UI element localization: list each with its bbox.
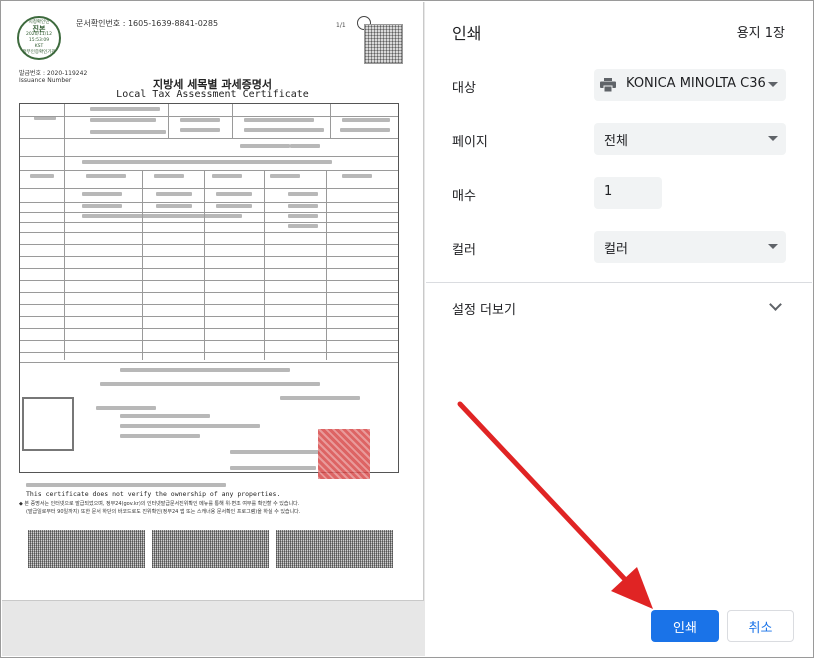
authenticity-seal: 시청확인민 진본 2020/11/12 15:53:09 KST 정부인증확인기… [17, 16, 61, 60]
color-value: 컬러 [604, 242, 628, 257]
print-button[interactable]: 인쇄 [651, 610, 719, 642]
certificate-table [19, 103, 399, 473]
pages-select[interactable]: 전체 [594, 123, 786, 155]
seal-line-6: 정부인증확인기관 [22, 50, 56, 55]
qr-code [364, 24, 403, 64]
printer-icon [600, 78, 616, 92]
divider [426, 282, 812, 283]
barcode-2 [152, 530, 269, 568]
footnote-1: ◆ 본 증명서는 인터넷으로 발급되었으며, 정부24(gov.kr)의 인터넷… [19, 501, 300, 507]
color-label: 컬러 [452, 243, 476, 258]
notice-en: This certificate does not verify the own… [26, 490, 281, 498]
notice-ko-blurred [26, 481, 226, 489]
footnote-2: (발급일로부터 90일까지) 또한 문서 하단의 바코드로도 진위확인(정부24… [26, 509, 301, 515]
print-preview-pane[interactable]: 시청확인민 진본 2020/11/12 15:53:09 KST 정부인증확인기… [2, 2, 425, 656]
reference-stamp-box [22, 397, 74, 451]
pages-label: 페이지 [452, 135, 488, 150]
print-settings-panel: 인쇄 용지 1장 대상 KONICA MINOLTA C36 페이지 전체 매수… [426, 2, 812, 656]
barcode-3 [276, 530, 393, 568]
copies-input[interactable]: 1 [594, 177, 662, 209]
official-seal-stamp [318, 429, 370, 479]
page-indicator: 1/1 [336, 22, 346, 29]
barcode-1 [28, 530, 145, 568]
cancel-button[interactable]: 취소 [727, 610, 794, 642]
doc-confirm-label: 문서확인번호 : [76, 19, 126, 28]
more-settings-toggle[interactable]: 설정 더보기 [452, 299, 516, 318]
copies-label: 매수 [452, 189, 476, 204]
copies-value: 1 [604, 184, 613, 199]
document-title-en: Local Tax Assessment Certificate [116, 89, 309, 100]
dialog-title: 인쇄 [452, 24, 482, 43]
destination-label: 대상 [452, 81, 476, 96]
doc-confirm-number: 문서확인번호 : 1605-1639-8841-0285 [76, 18, 218, 29]
sheet-count: 용지 1장 [736, 26, 785, 41]
chevron-down-icon [768, 244, 778, 249]
expand-chevron-icon[interactable] [769, 298, 782, 311]
print-dialog: 시청확인민 진본 2020/11/12 15:53:09 KST 정부인증확인기… [0, 0, 814, 658]
color-select[interactable]: 컬러 [594, 231, 786, 263]
chevron-down-icon [768, 82, 778, 87]
chevron-down-icon [768, 136, 778, 141]
pages-value: 전체 [604, 134, 628, 149]
destination-select[interactable]: KONICA MINOLTA C36 [594, 69, 786, 101]
doc-confirm-value: 1605-1639-8841-0285 [127, 19, 219, 28]
preview-page: 시청확인민 진본 2020/11/12 15:53:09 KST 정부인증확인기… [2, 2, 424, 601]
destination-value: KONICA MINOLTA C36 [626, 76, 766, 91]
